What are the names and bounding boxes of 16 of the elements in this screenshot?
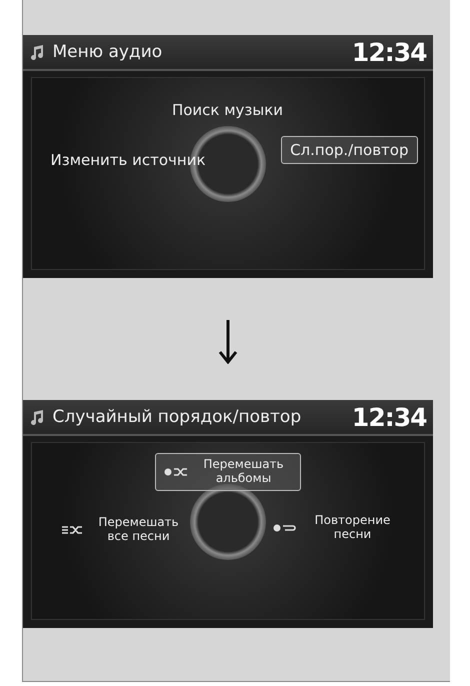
clock: 12:34 [352,402,426,432]
menu-option[interactable]: Повторение песни [264,509,410,547]
repeat-one-icon [272,522,296,533]
music-note-icon [30,409,44,425]
menu-option[interactable]: Сл.пор./повтор [281,136,418,164]
music-note-icon [30,44,44,60]
screen-title: Случайный порядок/повтор [52,407,302,427]
disc-shuffle-icon [164,466,188,477]
clock: 12:34 [352,38,426,66]
menu-option[interactable]: Перемешать альбомы [154,453,300,491]
screen-title: Меню аудио [52,42,164,62]
menu-option[interactable]: Изменить источник [42,146,215,174]
arrow-down-icon [218,320,238,364]
list-shuffle-icon [60,524,82,535]
menu-option[interactable]: Поиск музыки [162,96,292,124]
menu-option[interactable]: Перемешать все песни [52,511,196,549]
